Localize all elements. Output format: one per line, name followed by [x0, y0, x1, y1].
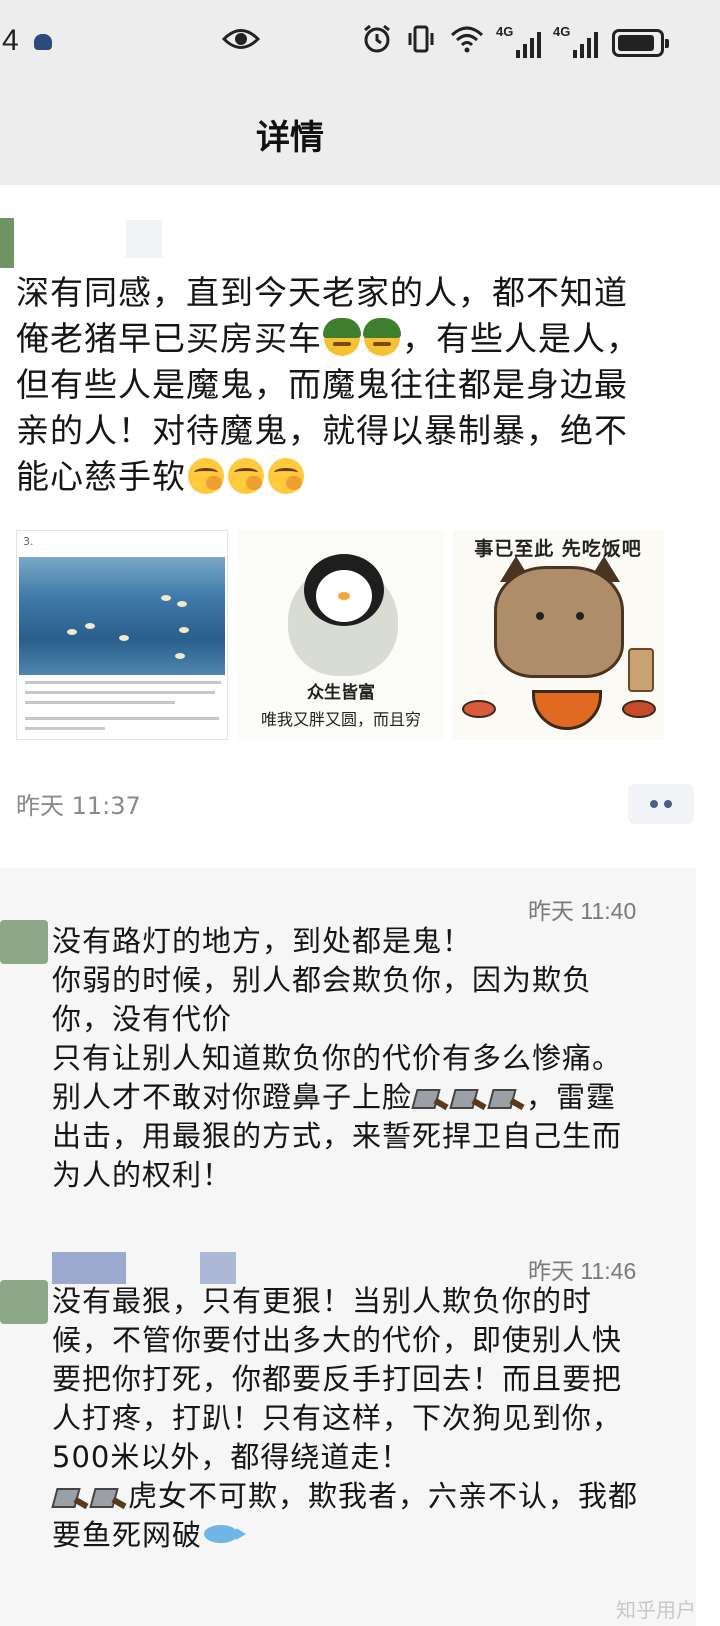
image-caption: 众生皆富 [307, 683, 375, 703]
post-line: 亲的人！对待魔鬼，就得以暴制暴，绝不 [16, 411, 628, 450]
comment-line-part: 虎女不可欺，欺我者，六亲不认，我都 [128, 1479, 639, 1513]
post-time: 昨天 11:37 [16, 792, 141, 820]
knife-emoji-icon [490, 1087, 524, 1109]
comment-line: 要鱼死网破 [52, 1516, 688, 1555]
comment-line: 只有让别人知道欺负你的代价有多么惨痛。 [52, 1041, 623, 1075]
author-name-blurred [126, 220, 162, 258]
comment-line: 500米以外，都得绕道走！ [52, 1440, 411, 1474]
lake-photo [19, 557, 225, 675]
comment-line: 出击，用最狠的方式，来誓死捍卫自己生而 [52, 1119, 623, 1153]
cat-eye [536, 612, 544, 620]
post-text: 深有同感，直到今天老家的人，都不知道 俺老猪早已买房买车 ，有些人是人， 但有些人… [16, 270, 706, 500]
comment-time: 昨天 11:40 [528, 898, 637, 924]
comment-line: 没有路灯的地方，到处都是鬼！ [52, 924, 473, 958]
comment-avatar[interactable] [0, 1280, 48, 1324]
status-icons: 4G 4G [362, 24, 669, 61]
post-line: 俺老猪早已买房买车 ，有些人是人， [16, 316, 706, 362]
page-title: 详情 [256, 118, 324, 158]
status-bar: 4 4G 4G [0, 18, 720, 68]
comment-line-part: 别人才不敢对你蹬鼻子上脸 [52, 1080, 413, 1114]
fish-emoji-icon [204, 1525, 247, 1543]
image-caption: 事已至此 先吃饭吧 [474, 538, 642, 560]
top-bar: 4 4G 4G 详情 [0, 0, 720, 185]
eye-icon [221, 26, 261, 59]
signal-4g-icon: 4G [496, 24, 541, 58]
comment-line-part: 要鱼死网破 [52, 1518, 203, 1552]
comment-line: 别人才不敢对你蹬鼻子上脸 ，雷霆 [52, 1078, 688, 1117]
comment-line: 你弱的时候，别人都会欺负你，因为欺负 [52, 963, 593, 997]
post-image-3[interactable]: 事已至此 先吃饭吧 [452, 530, 664, 740]
post-line: 能心慈手软 [16, 454, 706, 500]
comment-line-part: ，雷霆 [526, 1080, 617, 1114]
blush-emoji-icon [228, 458, 264, 494]
knife-emoji-icon [414, 1087, 448, 1109]
post-line-part: ，有些人是人， [402, 319, 640, 358]
commenter-name-blurred [200, 1252, 236, 1284]
knife-emoji-icon [54, 1486, 88, 1508]
comment-line: 人打疼，打趴！只有这样，下次狗见到你， [52, 1401, 623, 1435]
post-line-part: 能心慈手软 [16, 457, 186, 496]
knife-emoji-icon [92, 1486, 126, 1508]
vibrate-icon [406, 24, 436, 61]
battery-icon [612, 28, 669, 57]
comment-text: 没有最狠，只有更狠！当别人欺负你的时 候，不管你要付出多大的代价，即使别人快 要… [52, 1282, 688, 1555]
blush-emoji-icon [188, 458, 224, 494]
wifi-icon [450, 25, 484, 60]
comment-line: 要把你打死，你都要反手打回去！而且要把 [52, 1362, 623, 1396]
post-line-part: 俺老猪早已买房买车 [16, 319, 322, 358]
more-options-button[interactable] [628, 784, 694, 824]
food-dish [462, 700, 496, 718]
comment-line: 候，不管你要付出多大的代价，即使别人快 [52, 1323, 623, 1357]
image-caption: 唯我又胖又圆，而且穷 [260, 710, 421, 729]
soldier-emoji-icon [323, 318, 361, 356]
post-line: 但有些人是魔鬼，而魔鬼往往都是身边最 [16, 365, 628, 404]
milk-tea [628, 648, 654, 692]
post-image-2[interactable]: 众生皆富 唯我又胖又圆，而且穷 [238, 530, 444, 740]
signal-4g-icon: 4G [553, 24, 598, 58]
cat-body [494, 566, 624, 678]
cat-eye [576, 612, 584, 620]
status-clock: 4 [2, 24, 19, 57]
comment-line: 你，没有代价 [52, 1002, 233, 1036]
comment-line: 没有最狠，只有更狠！当别人欺负你的时 [52, 1284, 593, 1318]
image-label: 3. [23, 535, 34, 548]
comment-line: 虎女不可欺，欺我者，六亲不认，我都 [52, 1477, 688, 1516]
knife-emoji-icon [452, 1087, 486, 1109]
post-line: 深有同感，直到今天老家的人，都不知道 [16, 273, 628, 312]
penguin-beak [338, 592, 350, 600]
food-dish [622, 700, 656, 718]
blush-emoji-icon [268, 458, 304, 494]
comment-time: 昨天 11:46 [528, 1258, 637, 1284]
alarm-icon [362, 24, 392, 61]
avatar[interactable] [0, 218, 14, 268]
commenter-name-blurred [52, 1252, 126, 1284]
comment-line: 为人的权利！ [52, 1158, 233, 1192]
post-image-1[interactable]: 3. [16, 530, 228, 740]
comment-text: 没有路灯的地方，到处都是鬼！ 你弱的时候，别人都会欺负你，因为欺负 你，没有代价… [52, 922, 688, 1195]
watermark: 知乎用户 [616, 1598, 696, 1622]
food-bowl [532, 690, 602, 730]
comment-avatar[interactable] [0, 920, 48, 964]
soldier-emoji-icon [363, 318, 401, 356]
app-notification-icon [34, 34, 52, 50]
